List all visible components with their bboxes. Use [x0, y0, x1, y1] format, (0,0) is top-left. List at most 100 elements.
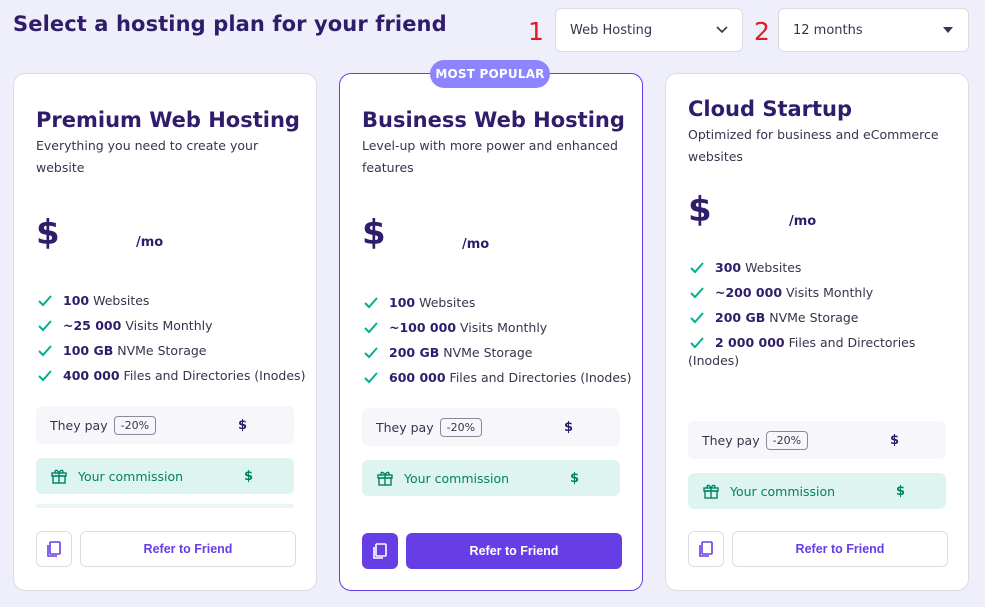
check-icon	[38, 295, 52, 307]
gift-icon	[703, 484, 719, 499]
plan-description: Optimized for business and eCommerce web…	[688, 127, 939, 164]
plan-description: Everything you need to create your websi…	[36, 138, 259, 175]
check-icon	[690, 312, 704, 324]
check-icon	[364, 347, 378, 359]
feature-list: 100 Websites ~100 000 Visits Monthly 200 G…	[362, 294, 632, 394]
period-value: 12 months	[793, 22, 863, 38]
copy-icon	[47, 541, 61, 557]
refer-to-friend-button[interactable]: Refer to Friend	[732, 531, 948, 567]
check-icon	[364, 372, 378, 384]
feature-item: 100 GB NVMe Storage	[36, 342, 306, 367]
feature-list: 100 Websites ~25 000 Visits Monthly 100 GB…	[36, 292, 306, 392]
plan-type-value: Web Hosting	[570, 22, 653, 38]
annotation-marker-1: 1	[528, 17, 544, 46]
discount-badge: -20%	[113, 415, 157, 435]
caret-down-icon	[942, 24, 954, 36]
price-period: /mo	[789, 214, 817, 229]
feature-label: Websites	[745, 260, 802, 275]
feature-label: Visits Monthly	[125, 318, 213, 333]
annotation-marker-2: 2	[754, 17, 770, 46]
feature-label: NVMe Storage	[769, 310, 859, 325]
check-icon	[364, 297, 378, 309]
they-pay-label: They pay	[376, 419, 434, 435]
check-icon	[690, 287, 704, 299]
feature-item: ~200 000 Visits Monthly	[688, 284, 958, 309]
plan-name: Premium Web Hosting	[36, 108, 300, 132]
commission-currency: $	[896, 483, 906, 499]
copy-link-button[interactable]	[362, 533, 398, 569]
they-pay-currency: $	[238, 417, 248, 433]
refer-to-friend-button[interactable]: Refer to Friend	[406, 533, 622, 569]
feature-value: 2 000 000	[715, 335, 785, 350]
feature-value: ~200 000	[715, 285, 783, 300]
check-icon	[38, 345, 52, 357]
price-currency: $	[36, 213, 60, 253]
feature-label: Files and Directories	[788, 335, 916, 350]
plan-card-business: Business Web Hosting Level-up with more …	[339, 73, 643, 591]
feature-label: Files and Directories (Inodes)	[123, 368, 306, 383]
they-pay-label: They pay	[50, 417, 108, 433]
commission-row: Your commission $	[36, 458, 294, 494]
refer-to-friend-button[interactable]: Refer to Friend	[80, 531, 296, 567]
commission-currency: $	[244, 468, 254, 484]
price-period: /mo	[136, 235, 164, 250]
check-icon	[364, 322, 378, 334]
plan-card-premium: Premium Web Hosting Everything you need …	[13, 73, 317, 591]
feature-item: ~25 000 Visits Monthly	[36, 317, 306, 342]
check-icon	[38, 370, 52, 382]
copy-link-button[interactable]	[36, 531, 72, 567]
feature-item: 200 GB NVMe Storage	[688, 309, 958, 334]
discount-badge: -20%	[765, 430, 809, 450]
feature-label: Websites	[419, 295, 476, 310]
discount-badge: -20%	[439, 417, 483, 437]
feature-wrap-text: (Inodes)	[688, 353, 740, 368]
feature-item: 600 000 Files and Directories (Inodes)	[362, 369, 632, 394]
check-icon	[690, 262, 704, 274]
page-title: Select a hosting plan for your friend	[13, 12, 447, 36]
commission-label: Your commission	[78, 468, 184, 484]
feature-label: Websites	[93, 293, 150, 308]
commission-row: Your commission $	[688, 473, 946, 509]
they-pay-row: They pay -20% $	[36, 406, 294, 444]
they-pay-row: They pay -20% $	[362, 408, 620, 446]
commission-currency: $	[570, 470, 580, 486]
most-popular-badge: MOST POPULAR	[430, 60, 550, 88]
they-pay-row: They pay -20% $	[688, 421, 946, 459]
feature-item: 100 Websites	[362, 294, 632, 319]
check-icon	[690, 337, 704, 349]
they-pay-currency: $	[890, 432, 900, 448]
feature-label: Visits Monthly	[786, 285, 874, 300]
scroll-hint	[36, 504, 294, 508]
copy-link-button[interactable]	[688, 531, 724, 567]
feature-value: 100	[63, 293, 90, 308]
copy-icon	[373, 543, 387, 559]
feature-label: Visits Monthly	[460, 320, 548, 335]
feature-item: ~100 000 Visits Monthly	[362, 319, 632, 344]
feature-value: 200 GB	[389, 345, 440, 360]
feature-label: Files and Directories (Inodes)	[449, 370, 632, 385]
feature-item: 200 GB NVMe Storage	[362, 344, 632, 369]
feature-list: 300 Websites ~200 000 Visits Monthly 200 G…	[688, 259, 958, 368]
price-currency: $	[362, 213, 386, 253]
feature-value: 400 000	[63, 368, 120, 383]
price-currency: $	[688, 190, 712, 230]
feature-item: 400 000 Files and Directories (Inodes)	[36, 367, 306, 392]
gift-icon	[51, 469, 67, 484]
feature-label: NVMe Storage	[117, 343, 207, 358]
feature-value: ~100 000	[389, 320, 457, 335]
commission-label: Your commission	[730, 483, 836, 499]
they-pay-label: They pay	[702, 432, 760, 448]
plan-card-cloud-startup: Cloud Startup Optimized for business and…	[665, 73, 969, 591]
feature-value: 600 000	[389, 370, 446, 385]
plan-type-select[interactable]: Web Hosting	[555, 8, 743, 52]
commission-label: Your commission	[404, 470, 510, 486]
gift-icon	[377, 471, 393, 486]
plan-description: Level-up with more power and enhanced fe…	[362, 138, 618, 175]
plan-name: Business Web Hosting	[362, 108, 625, 132]
feature-label: NVMe Storage	[443, 345, 533, 360]
copy-icon	[699, 541, 713, 557]
feature-value: 300	[715, 260, 742, 275]
they-pay-currency: $	[564, 419, 574, 435]
period-select[interactable]: 12 months	[778, 8, 969, 52]
plan-name: Cloud Startup	[688, 97, 853, 121]
